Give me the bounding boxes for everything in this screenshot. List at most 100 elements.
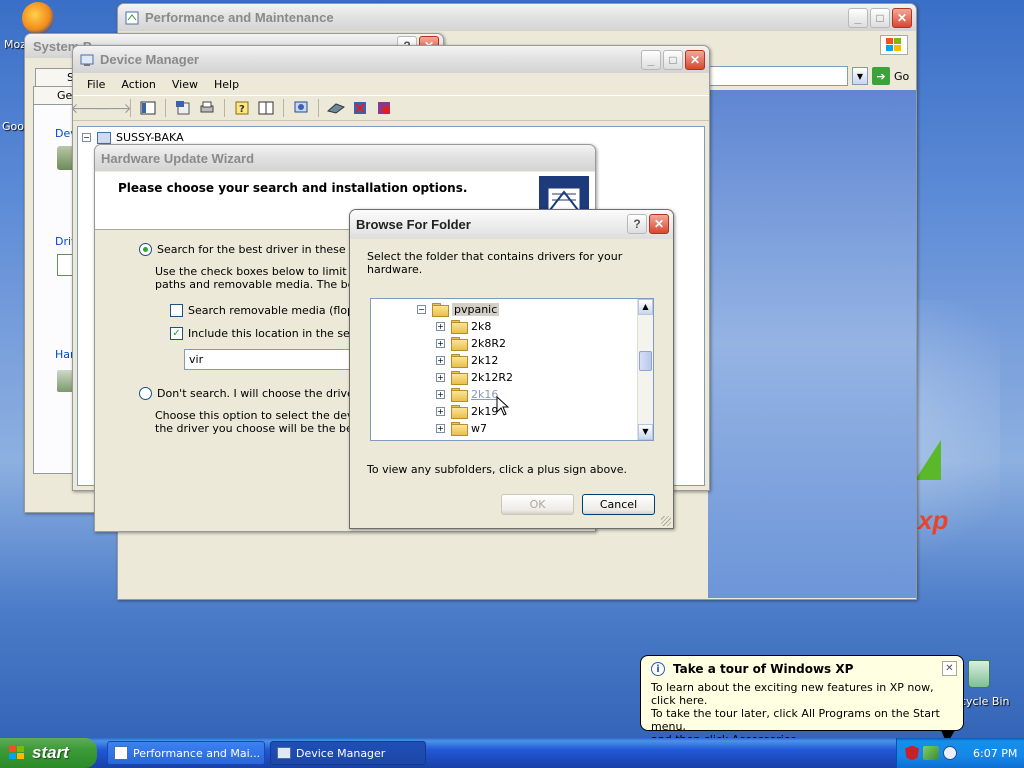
folder-tree-scrollbar[interactable]: ▲ ▼ (637, 299, 653, 440)
scroll-thumb[interactable] (639, 351, 652, 371)
menu-action[interactable]: Action (113, 78, 163, 91)
close-button[interactable]: ✕ (685, 50, 705, 70)
tree-item[interactable]: + 2k8 (436, 318, 491, 335)
taskbar-item-device-manager[interactable]: Device Manager (270, 741, 426, 765)
ok-label: OK (529, 498, 546, 511)
desktop-icon-recycle-bin[interactable]: cycle Bin (960, 660, 1024, 710)
checkbox-include-location[interactable]: ✓ (170, 327, 183, 340)
address-dropdown-button[interactable]: ▼ (852, 67, 868, 85)
resize-grip-icon[interactable] (661, 516, 671, 526)
expand-icon[interactable]: + (436, 373, 445, 382)
expand-icon[interactable]: + (436, 390, 445, 399)
expand-icon[interactable]: + (436, 322, 445, 331)
tree-item-label: 2k16 (471, 388, 499, 401)
balloon-title: Take a tour of Windows XP (673, 662, 854, 676)
toolbar-separator (224, 99, 225, 117)
address-bar: ▼ ➔ Go (708, 64, 913, 88)
taskbar-item-label: Device Manager (296, 746, 386, 760)
menu-view[interactable]: View (164, 78, 206, 91)
tree-item[interactable]: + 2k12 (436, 352, 498, 369)
expand-icon[interactable]: + (436, 356, 445, 365)
tree-item[interactable]: + 2k12R2 (436, 369, 513, 386)
scan-hardware-icon[interactable] (291, 98, 311, 118)
svg-text:?: ? (239, 104, 245, 115)
forward-arrow-icon[interactable]: 🡒 (94, 98, 132, 118)
collapse-icon[interactable]: − (82, 133, 91, 142)
menu-file[interactable]: File (79, 78, 113, 91)
ok-button[interactable]: OK (501, 494, 574, 515)
checkbox-include-row[interactable]: ✓ Include this location in the search: (170, 327, 378, 340)
balloon-body: To learn about the exciting new features… (651, 681, 953, 746)
device-manager-title-icon (79, 52, 95, 68)
recycle-bin-icon (968, 660, 990, 688)
close-button[interactable]: ✕ (649, 214, 669, 234)
security-alert-icon[interactable] (905, 745, 919, 761)
menu-bar: File Action View Help (73, 73, 709, 95)
help-icon[interactable]: ? (232, 98, 252, 118)
device-manager-titlebar[interactable]: Device Manager _ □ ✕ (73, 46, 709, 73)
start-button[interactable]: start (0, 738, 97, 768)
desktop-icon-label: Moz (4, 38, 26, 51)
go-button[interactable]: ➔ Go (872, 67, 909, 85)
tour-balloon[interactable]: i Take a tour of Windows XP ✕ To learn a… (640, 655, 964, 746)
maximize-button[interactable]: □ (870, 8, 890, 28)
tree-item-hover[interactable]: + 2k16 (436, 386, 498, 403)
mouse-cursor (496, 395, 510, 419)
help-button[interactable]: ? (627, 214, 647, 234)
tree-item[interactable]: + 2k8R2 (436, 335, 506, 352)
folder-icon (451, 354, 468, 368)
folder-tree: − pvpanic + 2k8 + 2k8R2 + 2k12 + 2k12R2 … (370, 298, 654, 441)
close-button[interactable]: ✕ (892, 8, 912, 28)
expand-icon[interactable]: + (436, 407, 445, 416)
details-pane-icon[interactable] (256, 98, 276, 118)
wizard-heading: Please choose your search and installati… (118, 181, 468, 195)
tree-item[interactable]: + 2k19 (436, 403, 498, 420)
toolbar-separator (165, 99, 166, 117)
updates-icon[interactable] (943, 746, 957, 760)
tree-item-label: 2k19 (471, 405, 499, 418)
expand-icon[interactable]: + (436, 339, 445, 348)
show-hide-console-tree-icon[interactable] (138, 98, 158, 118)
folder-open-icon (432, 303, 449, 317)
tree-item-parent[interactable]: − pvpanic (417, 301, 500, 318)
location-path-input[interactable]: vir (184, 349, 354, 370)
checkbox-removable-media[interactable] (170, 304, 183, 317)
radio-dont-search[interactable] (139, 387, 152, 400)
tree-root-label: SUSSY-BAKA (116, 131, 184, 144)
taskbar-item-performance[interactable]: Performance and Mai... (107, 741, 265, 765)
collapse-icon[interactable]: − (417, 305, 426, 314)
scroll-down-button[interactable]: ▼ (638, 424, 653, 440)
print-icon[interactable] (197, 98, 217, 118)
scroll-up-button[interactable]: ▲ (638, 299, 653, 315)
disable-icon[interactable] (374, 98, 394, 118)
minimize-button[interactable]: _ (641, 50, 661, 70)
clock[interactable]: 6:07 PM (973, 747, 1017, 760)
radio-search[interactable] (139, 243, 152, 256)
desktop-icon-google[interactable]: Goo (2, 120, 24, 133)
maximize-button[interactable]: □ (663, 50, 683, 70)
network-icon[interactable] (923, 746, 939, 760)
balloon-close-button[interactable]: ✕ (942, 661, 957, 676)
properties-icon[interactable] (173, 98, 193, 118)
update-driver-icon[interactable] (326, 98, 346, 118)
control-panel-icon (124, 10, 140, 26)
performance-content (708, 90, 916, 598)
cancel-button[interactable]: Cancel (582, 494, 655, 515)
minimize-button[interactable]: _ (848, 8, 868, 28)
system-tray: 6:07 PM (896, 738, 1024, 768)
wizard-titlebar[interactable]: Hardware Update Wizard (95, 145, 595, 171)
browse-titlebar[interactable]: Browse For Folder ? ✕ (350, 210, 673, 239)
control-panel-icon (114, 746, 128, 760)
go-arrow-icon: ➔ (872, 67, 890, 85)
performance-titlebar[interactable]: Performance and Maintenance _ □ ✕ (118, 4, 916, 31)
window-title: Performance and Maintenance (145, 10, 334, 25)
uninstall-icon[interactable] (350, 98, 370, 118)
device-manager-icon (277, 747, 291, 759)
tree-item[interactable]: + w7 (436, 420, 487, 437)
menu-help[interactable]: Help (206, 78, 247, 91)
address-input[interactable] (708, 66, 848, 86)
browse-hint: To view any subfolders, click a plus sig… (367, 463, 627, 476)
taskbar: start Performance and Mai... Device Mana… (0, 738, 1024, 768)
computer-icon (97, 131, 111, 144)
expand-icon[interactable]: + (436, 424, 445, 433)
